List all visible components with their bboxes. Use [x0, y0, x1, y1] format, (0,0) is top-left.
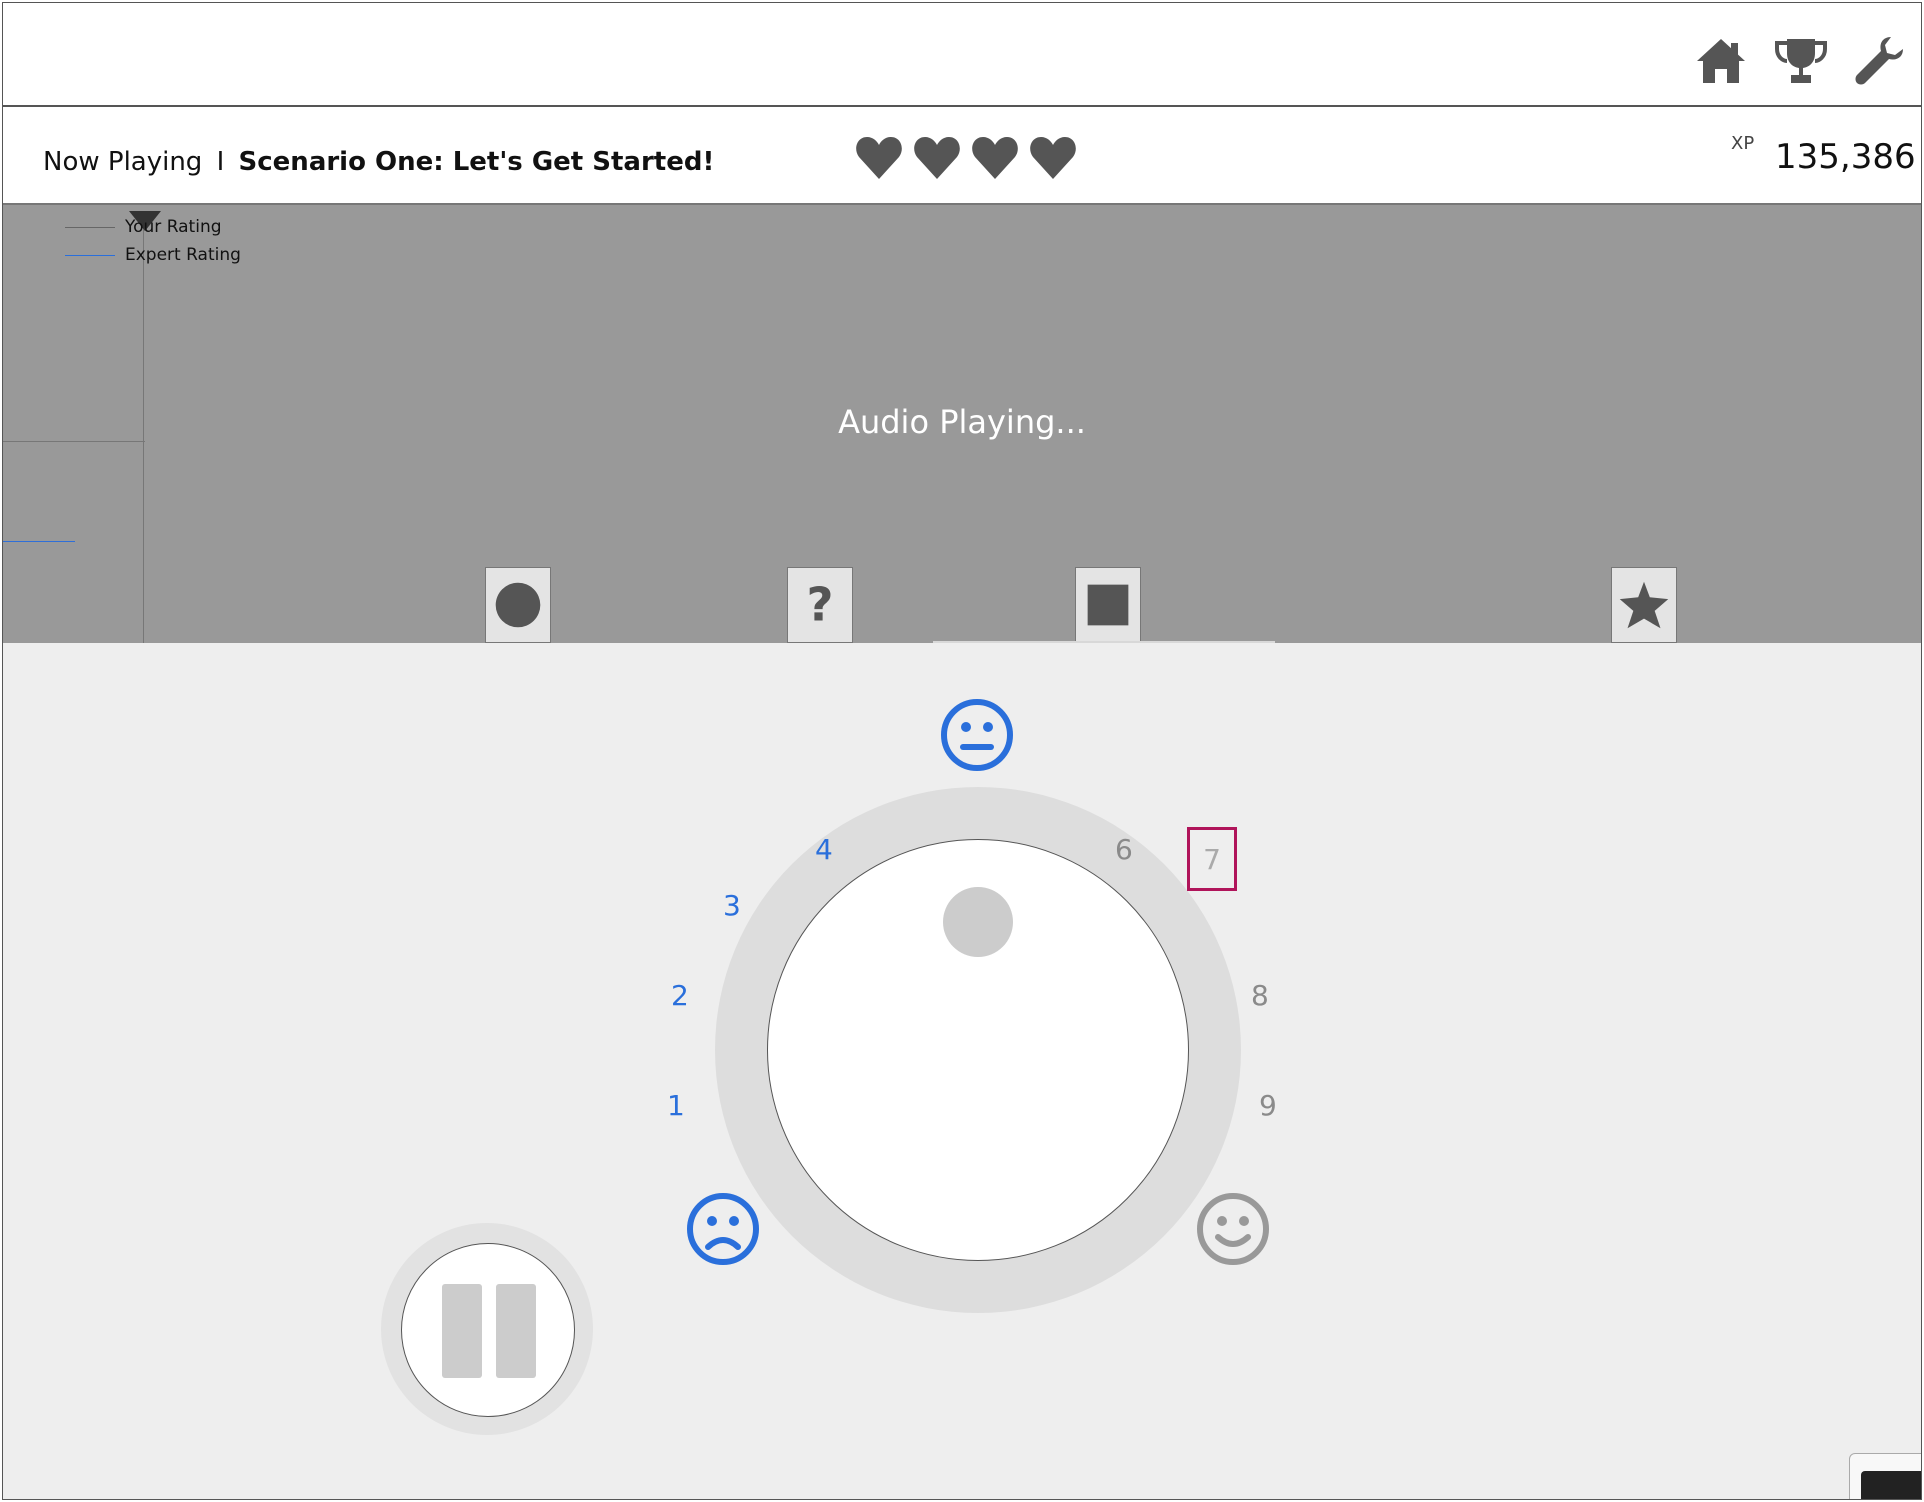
- legend-expert-rating: Expert Rating: [125, 245, 241, 265]
- now-playing-label: Now Playing: [43, 147, 203, 177]
- dial-number-8[interactable]: 8: [1251, 979, 1269, 1012]
- dial-number-4[interactable]: 4: [815, 833, 833, 866]
- audio-status: Audio Playing...: [838, 403, 1086, 441]
- dial-number-9[interactable]: 9: [1259, 1089, 1277, 1122]
- pause-button[interactable]: [401, 1243, 575, 1417]
- chat-icon[interactable]: [1861, 1471, 1921, 1499]
- scenario-title: Scenario One: Let's Get Started!: [238, 147, 715, 177]
- now-playing-text: Now Playing I Scenario One: Let's Get St…: [43, 147, 714, 177]
- now-playing-bar: Now Playing I Scenario One: Let's Get St…: [3, 107, 1921, 205]
- legend-your-rating: Your Rating: [125, 217, 222, 237]
- now-playing-separator: I: [216, 147, 225, 177]
- heart-icon: [914, 137, 960, 179]
- app-frame: Now Playing I Scenario One: Let's Get St…: [2, 2, 1922, 1500]
- trophy-icon[interactable]: [1773, 33, 1829, 89]
- rating-area: 1 2 3 4 6 7 8 9: [3, 643, 1921, 1499]
- sad-face-icon: [685, 1191, 761, 1267]
- dial-number-6[interactable]: 6: [1115, 833, 1133, 866]
- star-marker-button[interactable]: [1611, 567, 1677, 643]
- stop-marker-button[interactable]: [1075, 567, 1141, 643]
- help-marker-button[interactable]: ?: [787, 567, 853, 643]
- lives-hearts: [855, 135, 1077, 181]
- pause-icon-bar-left: [442, 1284, 482, 1378]
- dial-number-2[interactable]: 2: [671, 979, 689, 1012]
- question-icon: ?: [807, 578, 834, 632]
- rating-legend: Your Rating Expert Rating: [65, 213, 241, 269]
- top-bar: [3, 3, 1921, 107]
- happy-face-icon: [1195, 1191, 1271, 1267]
- svg-text:?: ?: [807, 578, 834, 632]
- audio-panel: Your Rating Expert Rating Audio Playing.…: [3, 205, 1921, 644]
- heart-icon: [856, 137, 902, 179]
- heart-icon: [972, 137, 1018, 179]
- heart-icon: [1030, 137, 1076, 179]
- your-rating-line: [3, 441, 145, 442]
- home-icon[interactable]: [1693, 33, 1749, 89]
- xp-value: 135,386: [1775, 137, 1916, 177]
- wrench-icon[interactable]: [1851, 33, 1907, 89]
- dial-knob[interactable]: [943, 887, 1013, 957]
- pause-icon-bar-right: [496, 1284, 536, 1378]
- circle-marker-button[interactable]: [485, 567, 551, 643]
- expert-rating-line: [3, 541, 75, 542]
- circle-icon: [495, 582, 541, 628]
- star-icon: [1619, 581, 1669, 629]
- dial-number-1[interactable]: 1: [667, 1089, 685, 1122]
- dial-number-7[interactable]: 7: [1187, 827, 1237, 891]
- dial-number-3[interactable]: 3: [723, 889, 741, 922]
- square-icon: [1087, 584, 1129, 626]
- neutral-face-icon: [939, 697, 1015, 773]
- xp-label: XP: [1731, 133, 1755, 154]
